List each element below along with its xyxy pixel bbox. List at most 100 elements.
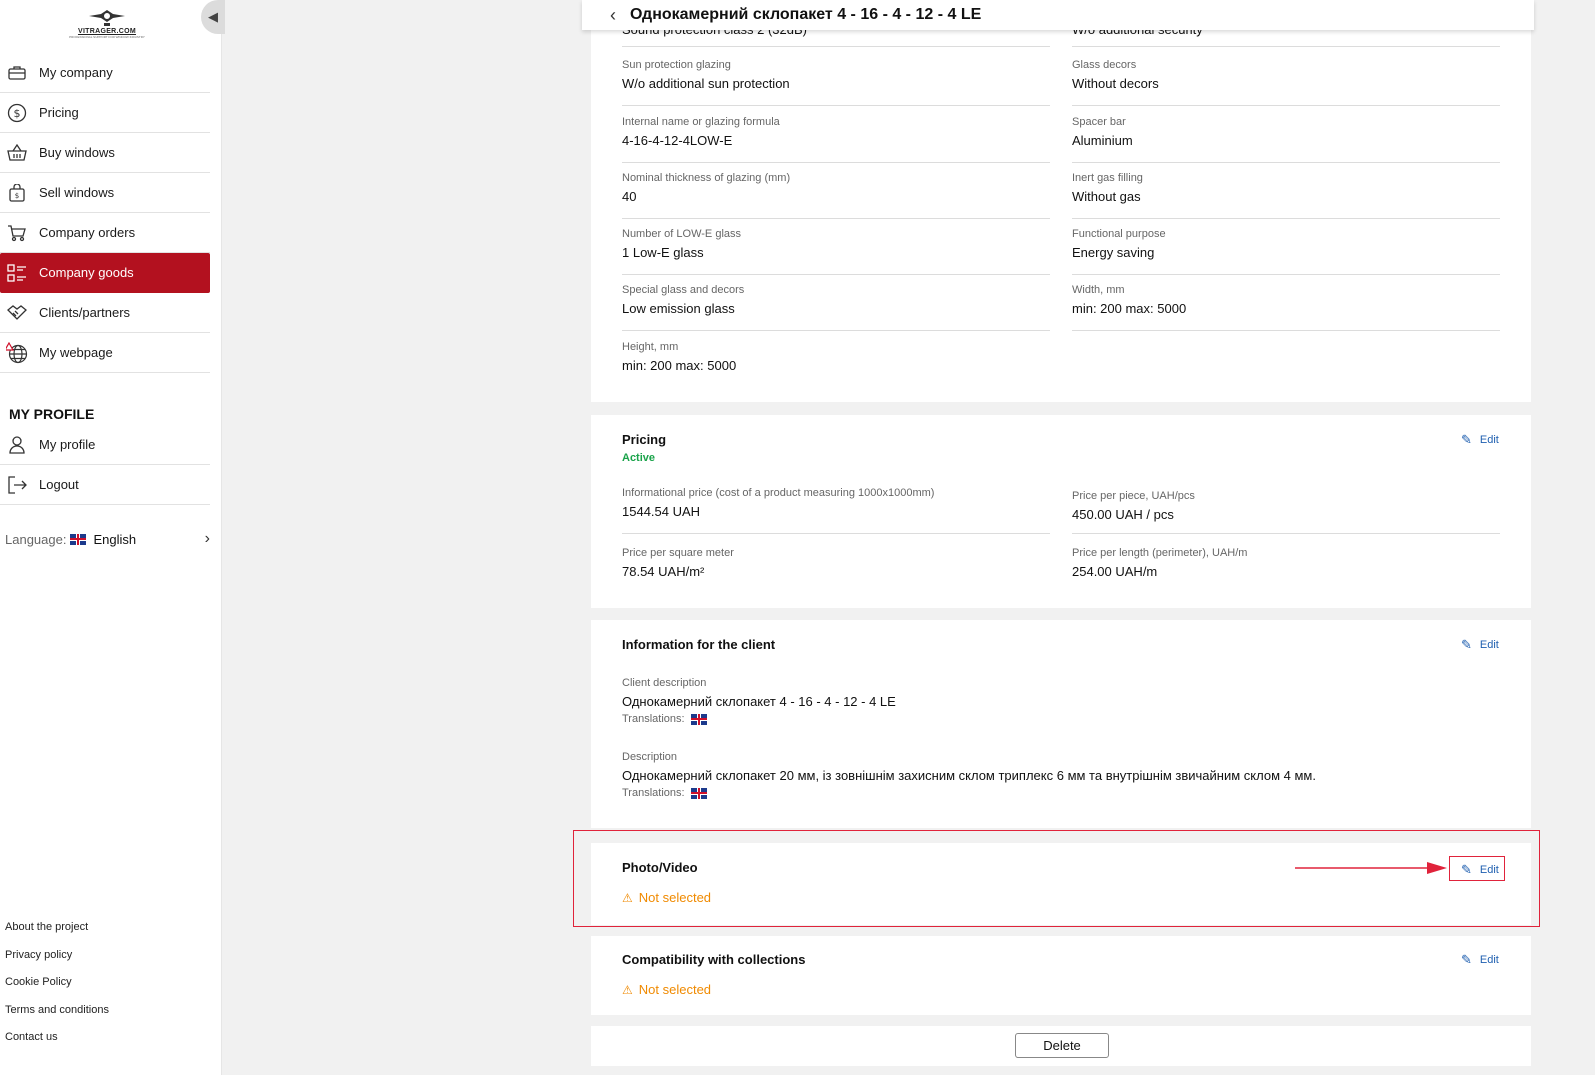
- sidebar-item-pricing[interactable]: $ Pricing: [0, 93, 210, 133]
- uk-flag-icon: [70, 533, 87, 545]
- shopping-bag-icon: $: [6, 182, 28, 204]
- sidebar-item-label: Pricing: [39, 105, 79, 120]
- sidebar-item-label: Logout: [39, 477, 79, 492]
- spec-field: Spacer bar Aluminium: [1072, 116, 1500, 163]
- svg-text:$: $: [14, 107, 21, 120]
- compatibility-edit-button[interactable]: ✎ Edit: [1461, 952, 1499, 968]
- sidebar-item-label: My webpage: [39, 345, 113, 360]
- footer-link-cookie[interactable]: Cookie Policy: [5, 973, 109, 1001]
- spec-label: Internal name or glazing formula: [622, 116, 780, 128]
- client-description-value: Однокамерний склопакет 4 - 16 - 4 - 12 -…: [622, 694, 896, 709]
- description-label: Description: [622, 751, 678, 763]
- collapse-sidebar-button[interactable]: ◀: [201, 0, 225, 34]
- edit-label: Edit: [1479, 434, 1499, 446]
- spec-field: Sun protection glazing W/o additional su…: [622, 59, 1050, 106]
- sidebar-item-company-orders[interactable]: Company orders: [0, 213, 210, 253]
- pencil-icon: ✎: [1461, 432, 1472, 447]
- pricing-edit-button[interactable]: ✎ Edit: [1461, 432, 1499, 448]
- description-block: Description Однокамерний склопакет 20 мм…: [622, 751, 1502, 799]
- compatibility-card: Compatibility with collections ✎ Edit ⚠ …: [591, 936, 1531, 1015]
- warning-icon: ⚠: [622, 982, 633, 997]
- client-info-card: Information for the client ✎ Edit Client…: [591, 620, 1531, 828]
- client-description-label: Client description: [622, 677, 707, 689]
- price-field: Price per square meter 78.54 UAH/m²: [622, 547, 1050, 594]
- spec-field: Special glass and decors Low emission gl…: [622, 284, 1050, 331]
- footer-link-terms[interactable]: Terms and conditions: [5, 1001, 109, 1029]
- uk-flag-icon[interactable]: [690, 787, 707, 799]
- photo-video-title: Photo/Video: [622, 860, 698, 875]
- spec-value: 4-16-4-12-4LOW-E: [622, 133, 733, 148]
- list-icon: [6, 262, 28, 284]
- sidebar-item-my-profile[interactable]: My profile: [0, 425, 210, 465]
- translations-row: Translations:: [622, 787, 1502, 799]
- footer-links: About the project Privacy policy Cookie …: [5, 918, 109, 1056]
- language-selector[interactable]: Language: English ›: [5, 530, 210, 548]
- footer-link-contact[interactable]: Contact us: [5, 1028, 109, 1056]
- compatibility-status: ⚠ Not selected: [622, 982, 711, 997]
- spec-label: Inert gas filling: [1072, 172, 1143, 184]
- logout-icon: [6, 474, 28, 496]
- back-chevron-icon[interactable]: ‹: [610, 5, 616, 26]
- status-text: Not selected: [638, 890, 712, 905]
- logo-emblem-icon: [89, 10, 125, 26]
- sidebar-item-my-webpage[interactable]: My webpage: [0, 333, 210, 373]
- spec-value: 40: [622, 189, 637, 204]
- footer-link-about[interactable]: About the project: [5, 918, 109, 946]
- sidebar-item-logout[interactable]: Logout: [0, 465, 210, 505]
- spec-label: Glass decors: [1072, 59, 1137, 71]
- price-value: 1544.54 UAH: [622, 504, 701, 519]
- spec-label: Height, mm: [622, 341, 679, 353]
- client-description-block: Client description Однокамерний склопаке…: [622, 677, 1502, 725]
- profile-nav: My profile Logout: [0, 425, 210, 505]
- spec-field: Inert gas filling Without gas: [1072, 172, 1500, 219]
- pricing-status-badge: Active: [622, 452, 656, 464]
- spec-field: Functional purpose Energy saving: [1072, 228, 1500, 275]
- price-field: Informational price (cost of a product m…: [622, 487, 1050, 534]
- edit-label: Edit: [1479, 954, 1499, 966]
- price-label: Price per square meter: [622, 547, 734, 559]
- sidebar-item-sell-windows[interactable]: $ Sell windows: [0, 173, 210, 213]
- spec-field: Width, mm min: 200 max: 5000: [1072, 284, 1500, 331]
- price-field: Price per length (perimeter), UAH/m 254.…: [1072, 547, 1500, 594]
- sidebar-item-clients-partners[interactable]: Clients/partners: [0, 293, 210, 333]
- compatibility-title: Compatibility with collections: [622, 952, 806, 967]
- edit-label: Edit: [1479, 639, 1499, 651]
- logo[interactable]: VITRAGER.COM PROFESSIONAL SUPPORT FOR WI…: [66, 8, 148, 42]
- my-profile-heading: MY PROFILE: [9, 406, 95, 422]
- price-label: Price per piece, UAH/pcs: [1072, 490, 1195, 502]
- spec-value: 1 Low-E glass: [622, 245, 704, 260]
- pricing-card: Pricing Active ✎ Edit Informational pric…: [591, 415, 1531, 608]
- sidebar-item-buy-windows[interactable]: Buy windows: [0, 133, 210, 173]
- spec-value: Energy saving: [1072, 245, 1155, 260]
- spec-value: Aluminium: [1072, 133, 1133, 148]
- photo-video-edit-button[interactable]: ✎ Edit: [1461, 862, 1499, 878]
- client-info-edit-button[interactable]: ✎ Edit: [1461, 637, 1499, 653]
- sidebar-item-label: Company goods: [39, 265, 134, 280]
- specs-card: Sound protection class 2 (32dB) W/o addi…: [591, 0, 1531, 402]
- delete-button[interactable]: Delete: [1015, 1033, 1109, 1058]
- sidebar-item-company-goods[interactable]: Company goods: [0, 253, 210, 293]
- briefcase-icon: [6, 62, 28, 84]
- sidebar-item-label: My company: [39, 65, 113, 80]
- sidebar-nav: My company $ Pricing Buy windows $ Sell …: [0, 53, 210, 373]
- price-value: 78.54 UAH/m²: [622, 564, 705, 579]
- price-label: Informational price (cost of a product m…: [622, 487, 935, 499]
- spec-value: Low emission glass: [622, 301, 735, 316]
- pencil-icon: ✎: [1461, 637, 1472, 652]
- logo-text: VITRAGER.COM: [77, 28, 137, 35]
- footer-link-privacy[interactable]: Privacy policy: [5, 946, 109, 974]
- photo-video-card: Photo/Video ✎ Edit ⚠ Not selected: [591, 843, 1531, 925]
- translations-label: Translations:: [622, 713, 685, 725]
- spec-value: min: 200 max: 5000: [1072, 301, 1187, 316]
- svg-text:$: $: [15, 192, 19, 200]
- spec-label: Number of LOW-E glass: [622, 228, 742, 240]
- translations-row: Translations:: [622, 713, 1502, 725]
- photo-video-status: ⚠ Not selected: [622, 890, 711, 905]
- sidebar-item-my-company[interactable]: My company: [0, 53, 210, 93]
- spec-field: Nominal thickness of glazing (mm) 40: [622, 172, 1050, 219]
- globe-icon: [6, 341, 28, 364]
- uk-flag-icon[interactable]: [690, 713, 707, 725]
- spec-label: Width, mm: [1072, 284, 1125, 296]
- handshake-icon: [6, 302, 28, 324]
- spec-field: Internal name or glazing formula 4-16-4-…: [622, 116, 1050, 163]
